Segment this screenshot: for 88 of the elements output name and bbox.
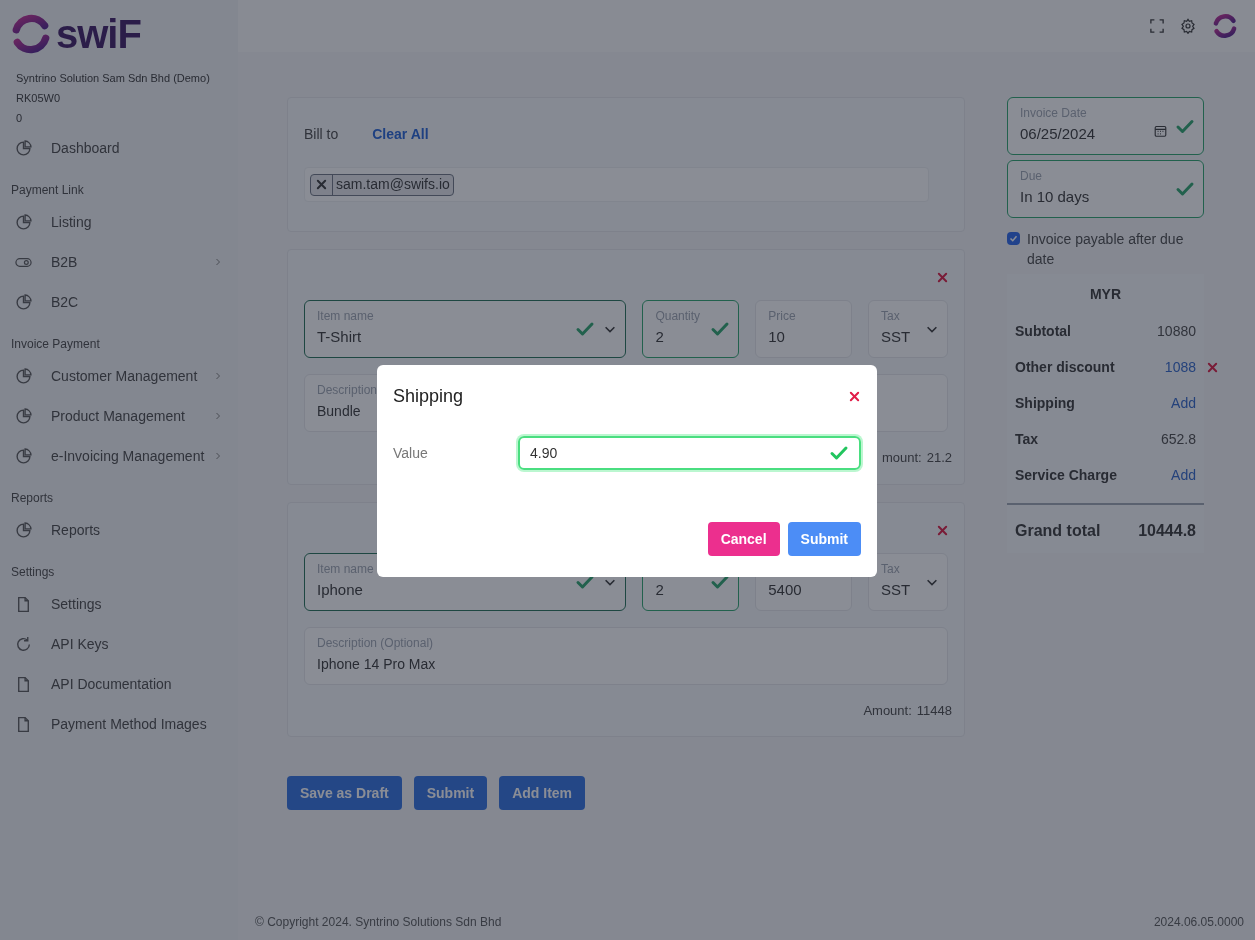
refresh-icon bbox=[15, 635, 32, 653]
settings-icon[interactable] bbox=[1180, 18, 1196, 34]
summary-label: Subtotal bbox=[1015, 321, 1071, 341]
fullscreen-icon[interactable] bbox=[1150, 19, 1164, 33]
field-value: T-Shirt bbox=[317, 327, 362, 347]
sidebar-item[interactable]: Settings bbox=[0, 584, 238, 624]
field-value: Bundle bbox=[317, 402, 361, 421]
field-value: In 10 days bbox=[1020, 187, 1090, 207]
field-value: 06/25/2024 bbox=[1020, 124, 1096, 144]
value-input[interactable]: 4.90 bbox=[530, 442, 829, 464]
summary-value: 652.8 bbox=[1160, 429, 1196, 449]
close-icon[interactable] bbox=[1207, 361, 1218, 373]
value-label: Value bbox=[393, 443, 429, 463]
recipient-field[interactable]: sam.tam@swifs.io bbox=[304, 167, 929, 202]
amount-value: 11448 bbox=[916, 701, 952, 720]
recipient-email: sam.tam@swifs.io bbox=[335, 175, 451, 194]
account-info: 0 bbox=[16, 111, 24, 126]
submit-button[interactable]: Submit bbox=[787, 522, 861, 556]
pie-chart-icon bbox=[15, 447, 32, 465]
account-info: Syntrino Solution Sam Sdn Bhd (Demo) bbox=[16, 71, 211, 86]
close-icon[interactable] bbox=[937, 272, 948, 283]
field-value: 2 bbox=[655, 327, 664, 347]
sidebar-item[interactable]: B2C bbox=[0, 282, 238, 322]
summary-label: Other discount bbox=[1015, 357, 1115, 377]
sidebar-item[interactable]: Listing bbox=[0, 202, 238, 242]
sidebar-item[interactable]: Payment Method Images bbox=[0, 704, 238, 744]
file-icon bbox=[15, 675, 32, 693]
summary-link[interactable]: Add bbox=[1171, 464, 1196, 486]
field-value: Iphone bbox=[317, 579, 363, 600]
field-value: 5400 bbox=[768, 579, 802, 600]
amount-value: 21.2 bbox=[926, 449, 952, 467]
file-icon bbox=[15, 715, 32, 733]
close-icon[interactable] bbox=[316, 179, 327, 190]
copyright-text: © Copyright 2024. Syntrino Solutions Sdn Bhd bbox=[255, 914, 502, 931]
clear-all-link[interactable]: Clear All bbox=[372, 124, 429, 145]
currency-label: MYR bbox=[1088, 285, 1123, 304]
grand-total-value: 10444.8 bbox=[1138, 521, 1196, 541]
field-value: 2 bbox=[655, 579, 664, 600]
sidebar-item[interactable]: Customer Management bbox=[0, 356, 238, 396]
action-button[interactable]: Submit bbox=[413, 776, 488, 810]
summary-link[interactable]: Add bbox=[1171, 392, 1196, 414]
value-field[interactable]: 4.90 bbox=[518, 436, 861, 470]
section-heading: Settings bbox=[10, 564, 56, 581]
sidebar-item[interactable]: Reports bbox=[0, 510, 238, 550]
sidebar-item[interactable]: B2B bbox=[0, 242, 238, 282]
account-info: RK05W0 bbox=[16, 91, 62, 106]
pie-chart-icon bbox=[15, 139, 32, 157]
pie-chart-icon bbox=[15, 293, 32, 311]
close-icon[interactable] bbox=[849, 391, 860, 402]
summary-value: 10880 bbox=[1157, 321, 1196, 341]
section-heading: Payment Link bbox=[10, 182, 85, 199]
checkbox-label: Invoice payable after due date bbox=[1027, 230, 1185, 269]
file-icon bbox=[15, 595, 32, 613]
checkmark-icon bbox=[1009, 234, 1018, 243]
grand-total-label: Grand total bbox=[1015, 521, 1101, 541]
dialog-title: Shipping bbox=[393, 385, 464, 408]
pie-chart-icon bbox=[15, 213, 32, 231]
version-text: 2024.06.05.0000 bbox=[1153, 914, 1244, 931]
sidebar-item[interactable]: e-Invoicing Management bbox=[0, 436, 238, 476]
pie-chart-icon bbox=[15, 521, 32, 539]
logo-icon bbox=[10, 13, 52, 55]
field-value: 10 bbox=[768, 327, 785, 347]
summary-label: Tax bbox=[1015, 429, 1039, 449]
pie-chart-icon bbox=[15, 407, 32, 425]
sidebar-item[interactable]: Dashboard bbox=[0, 128, 238, 168]
checkbox[interactable] bbox=[1007, 232, 1020, 245]
field-value: SST bbox=[881, 327, 911, 347]
field-value: SST bbox=[881, 579, 911, 600]
pie-chart-icon bbox=[15, 367, 32, 385]
amount-label: Amount: bbox=[863, 701, 912, 720]
action-button[interactable]: Save as Draft bbox=[287, 776, 402, 810]
sidebar-item[interactable]: API Documentation bbox=[0, 664, 238, 704]
logo-icon bbox=[1212, 13, 1238, 39]
cancel-button[interactable]: Cancel bbox=[707, 522, 780, 556]
summary-label: Service Charge bbox=[1015, 465, 1117, 485]
sidebar-item[interactable]: API Keys bbox=[0, 624, 238, 664]
section-heading: Invoice Payment bbox=[10, 336, 101, 353]
sidebar-item[interactable]: Product Management bbox=[0, 396, 238, 436]
close-icon[interactable] bbox=[937, 524, 948, 536]
action-button[interactable]: Add Item bbox=[499, 776, 586, 810]
logo-text: swiF bbox=[56, 14, 141, 54]
section-heading: Reports bbox=[10, 490, 55, 507]
bill-to-label: Bill to bbox=[304, 125, 339, 144]
calendar-icon[interactable] bbox=[1154, 124, 1167, 138]
summary-link[interactable]: 1088 bbox=[1164, 356, 1196, 378]
summary-label: Shipping bbox=[1015, 393, 1075, 413]
field-value: Iphone 14 Pro Max bbox=[317, 654, 436, 674]
amount-label: mount: bbox=[881, 449, 922, 467]
